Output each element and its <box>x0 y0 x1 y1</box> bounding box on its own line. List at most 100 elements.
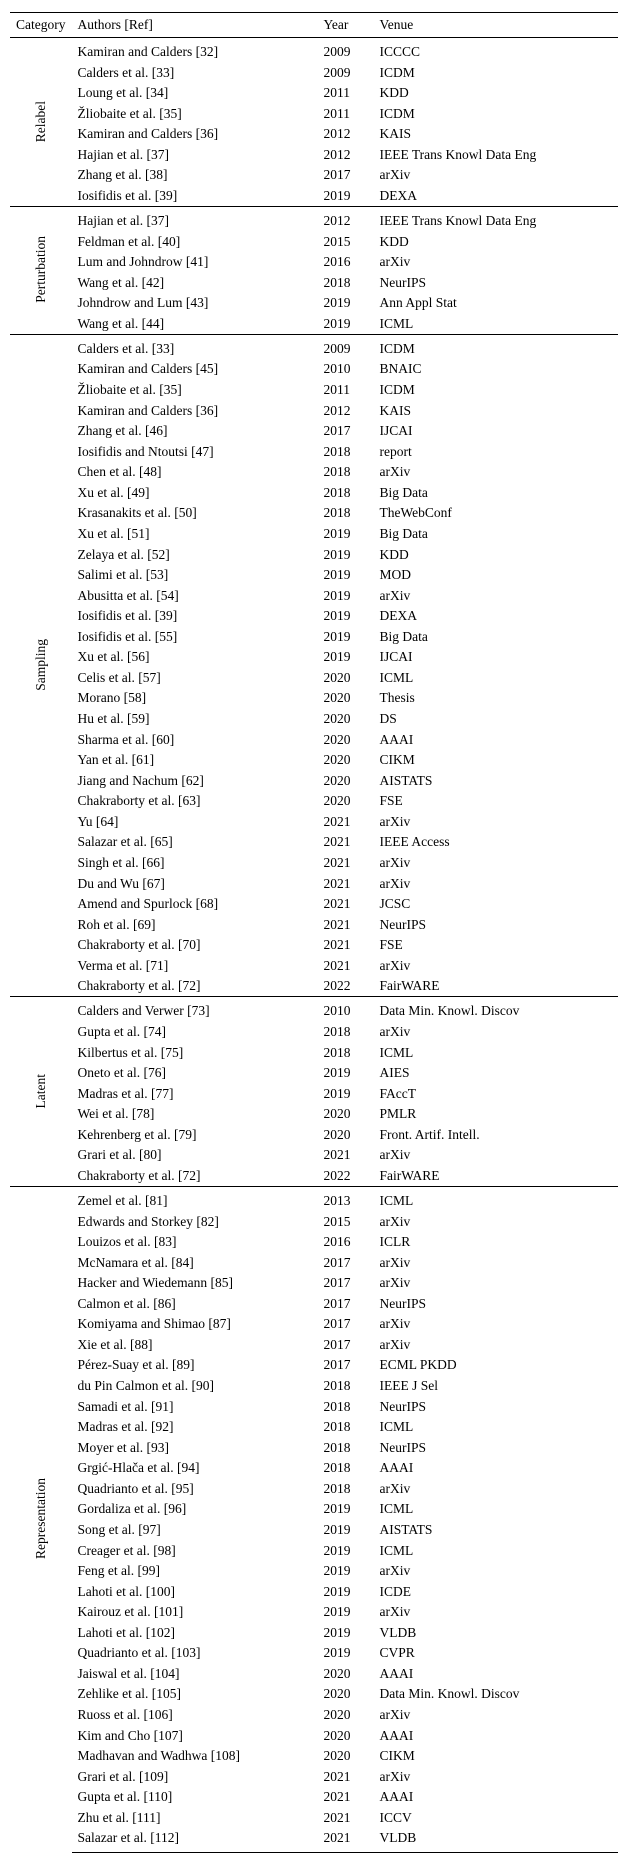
year-cell: 2019 <box>318 1622 374 1643</box>
authors-cell: Iosifidis et al. [39] <box>72 185 318 206</box>
year-cell: 2021 <box>318 955 374 976</box>
authors-cell: Yan et al. [61] <box>72 750 318 771</box>
venue-cell: arXiv <box>374 873 619 894</box>
table-row: Iosifidis et al. [39]2019DEXA <box>10 185 618 206</box>
venue-cell: ICML <box>374 1499 619 1520</box>
table-row: Moyer et al. [93]2018NeurIPS <box>10 1437 618 1458</box>
authors-cell: Feldman et al. [40] <box>72 231 318 252</box>
authors-cell: Kairouz et al. [101] <box>72 1602 318 1623</box>
year-cell: 2019 <box>318 606 374 627</box>
table-row: Yan et al. [61]2020CIKM <box>10 750 618 771</box>
category-label: Representation <box>31 1478 51 1559</box>
authors-cell: Salimi et al. [53] <box>72 565 318 586</box>
authors-cell: Calmon et al. [86] <box>72 1293 318 1314</box>
venue-cell: AISTATS <box>374 770 619 791</box>
authors-cell: Chakraborty et al. [63] <box>72 791 318 812</box>
table-row: Zhang et al. [38]2017arXiv <box>10 165 618 186</box>
authors-cell: Gupta et al. [110] <box>72 1787 318 1808</box>
table-row: Wang et al. [44]2019ICML <box>10 313 618 334</box>
year-cell: 2009 <box>318 334 374 359</box>
year-cell: 2012 <box>318 124 374 145</box>
year-cell: 2017 <box>318 1334 374 1355</box>
year-cell: 2020 <box>318 688 374 709</box>
table-row: Hacker and Wiedemann [85]2017arXiv <box>10 1273 618 1294</box>
year-cell: 2009 <box>318 38 374 63</box>
venue-cell: ICDM <box>374 334 619 359</box>
year-cell: 2019 <box>318 523 374 544</box>
table-row: Celis et al. [57]2020ICML <box>10 667 618 688</box>
table-row: Gupta et al. [74]2018arXiv <box>10 1021 618 1042</box>
table-row: Zhu et al. [111]2021ICCV <box>10 1807 618 1828</box>
authors-cell: Jiang and Nachum [62] <box>72 770 318 791</box>
year-cell: 2020 <box>318 1725 374 1746</box>
year-cell: 2017 <box>318 1314 374 1335</box>
table-row: Edwards and Storkey [82]2015arXiv <box>10 1211 618 1232</box>
venue-cell: KDD <box>374 544 619 565</box>
authors-cell: Hajian et al. [37] <box>72 144 318 165</box>
venue-cell: FSE <box>374 791 619 812</box>
venue-cell: NeurIPS <box>374 1396 619 1417</box>
authors-cell: Du and Wu [67] <box>72 873 318 894</box>
table-row: Kamiran and Calders [45]2010BNAIC <box>10 359 618 380</box>
venue-cell: arXiv <box>374 955 619 976</box>
venue-cell: Big Data <box>374 523 619 544</box>
year-cell: 2020 <box>318 791 374 812</box>
authors-cell: Iosifidis et al. [39] <box>72 606 318 627</box>
authors-cell: Chakraborty et al. [72] <box>72 976 318 997</box>
year-cell: 2018 <box>318 1417 374 1438</box>
venue-cell: arXiv <box>374 811 619 832</box>
table-row: Wei et al. [78]2020PMLR <box>10 1104 618 1125</box>
table-row: Quadrianto et al. [95]2018arXiv <box>10 1478 618 1499</box>
category-label: Relabel <box>31 101 51 142</box>
venue-cell: arXiv <box>374 1705 619 1726</box>
venue-cell: ICML <box>374 1186 619 1211</box>
venue-cell: IEEE J Sel <box>374 1376 619 1397</box>
year-cell: 2017 <box>318 1273 374 1294</box>
authors-cell: Xu et al. [49] <box>72 482 318 503</box>
authors-cell: Chakraborty et al. [72] <box>72 1165 318 1186</box>
venue-cell: DEXA <box>374 606 619 627</box>
authors-cell: Edwards and Storkey [82] <box>72 1211 318 1232</box>
venue-cell: arXiv <box>374 1314 619 1335</box>
year-cell: 2021 <box>318 914 374 935</box>
year-cell: 2022 <box>318 976 374 997</box>
table-row: Wang et al. [42]2018NeurIPS <box>10 272 618 293</box>
table-row: PerturbationHajian et al. [37]2012IEEE T… <box>10 207 618 232</box>
authors-cell: Lahoti et al. [102] <box>72 1622 318 1643</box>
year-cell: 2011 <box>318 103 374 124</box>
venue-cell: IJCAI <box>374 647 619 668</box>
table-row: Chen et al. [48]2018arXiv <box>10 462 618 483</box>
category-cell: Relabel <box>10 38 72 207</box>
authors-cell: Kamiran and Calders [36] <box>72 400 318 421</box>
venue-cell: VLDB <box>374 1622 619 1643</box>
table-row: Chakraborty et al. [63]2020FSE <box>10 791 618 812</box>
table-row: Loung et al. [34]2011KDD <box>10 83 618 104</box>
authors-cell: Sharma et al. [60] <box>72 729 318 750</box>
year-cell: 2018 <box>318 272 374 293</box>
year-cell: 2011 <box>318 83 374 104</box>
year-cell: 2020 <box>318 709 374 730</box>
year-cell: 2020 <box>318 729 374 750</box>
year-cell: 2019 <box>318 647 374 668</box>
year-cell: 2021 <box>318 1787 374 1808</box>
authors-cell: Abusitta et al. [54] <box>72 585 318 606</box>
table-row: Lahoti et al. [100]2019ICDE <box>10 1581 618 1602</box>
table-row: Chakraborty et al. [72]2022FairWARE <box>10 1165 618 1186</box>
venue-cell: Front. Artif. Intell. <box>374 1124 619 1145</box>
authors-cell: Lum and Johndrow [41] <box>72 252 318 273</box>
table-row: Iosifidis et al. [39]2019DEXA <box>10 606 618 627</box>
category-cell: Perturbation <box>10 207 72 335</box>
venue-cell: arXiv <box>374 1021 619 1042</box>
authors-cell: Žliobaite et al. [35] <box>72 103 318 124</box>
table-row: Ruoss et al. [106]2020arXiv <box>10 1705 618 1726</box>
table-row: du Pin Calmon et al. [90]2018IEEE J Sel <box>10 1376 618 1397</box>
category-label: Latent <box>31 1074 51 1108</box>
table-row: Chakraborty et al. [72]2022FairWARE <box>10 976 618 997</box>
table-row: Roh et al. [69]2021NeurIPS <box>10 914 618 935</box>
table-row: Zehlike et al. [105]2020Data Min. Knowl.… <box>10 1684 618 1705</box>
authors-cell: Wei et al. [78] <box>72 1104 318 1125</box>
authors-cell: Moyer et al. [93] <box>72 1437 318 1458</box>
authors-cell: Xie et al. [88] <box>72 1334 318 1355</box>
table-row: Žliobaite et al. [35]2011ICDM <box>10 380 618 401</box>
venue-cell: ICML <box>374 667 619 688</box>
